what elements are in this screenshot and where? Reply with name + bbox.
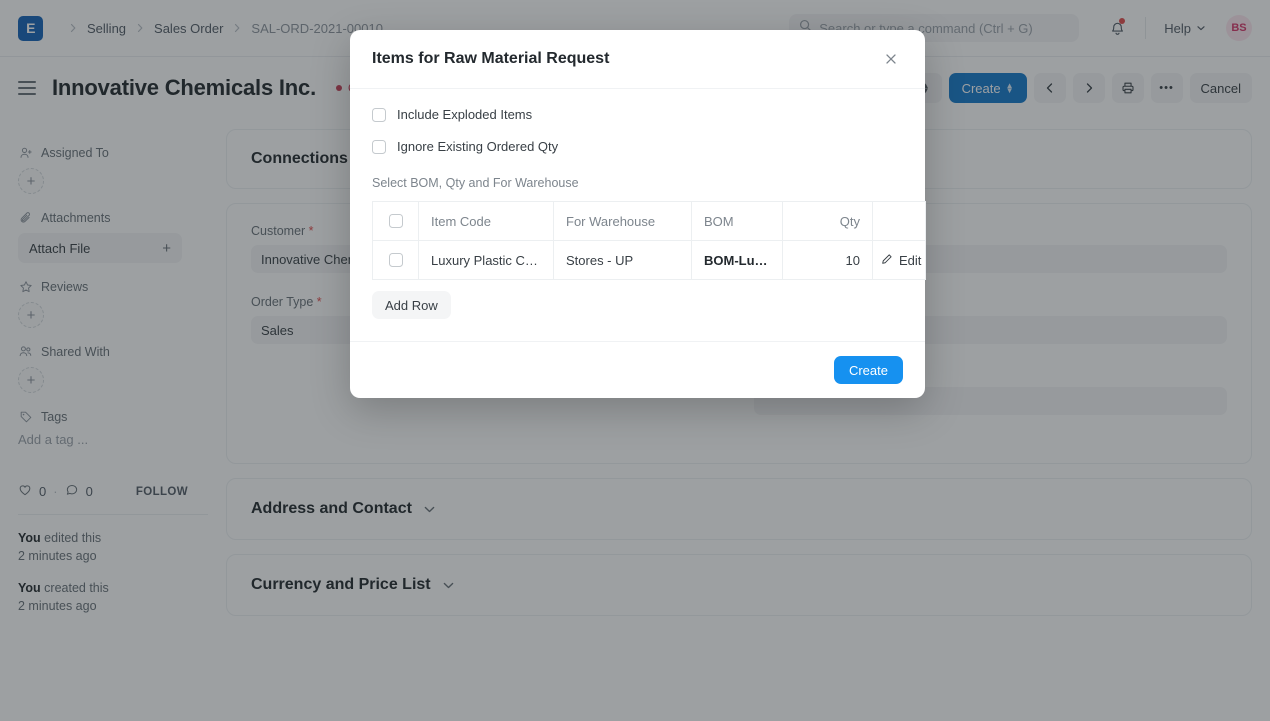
table-body: Luxury Plastic Ch... Stores - UP BOM-Lux… — [372, 240, 926, 280]
select-all-header — [372, 201, 419, 241]
dialog-create-button[interactable]: Create — [833, 356, 903, 384]
include-exploded-items-checkbox[interactable] — [372, 107, 386, 122]
checkbox-row-ignore-existing-ordered-qty[interactable]: Ignore Existing Ordered Qty — [372, 139, 903, 154]
edit-label: Edit — [899, 252, 922, 268]
grid-section-label: Select BOM, Qty and For Warehouse — [372, 176, 579, 190]
include-exploded-items-label[interactable]: Include Exploded Items — [397, 107, 532, 122]
table-row[interactable]: Luxury Plastic Ch... Stores - UP BOM-Lux… — [372, 240, 926, 280]
column-header-qty[interactable]: Qty — [782, 201, 873, 241]
bom-items-table: Item Code For Warehouse BOM Qty Luxury P… — [372, 201, 926, 280]
raw-material-request-dialog: Items for Raw Material Request Include E… — [350, 30, 926, 398]
cell-qty[interactable]: 10 — [782, 240, 873, 280]
column-header-bom[interactable]: BOM — [691, 201, 783, 241]
select-all-wrap — [373, 214, 418, 228]
select-all-checkbox[interactable] — [388, 214, 403, 228]
cell-item-code-text: Luxury Plastic Ch... — [431, 252, 541, 268]
add-row-button[interactable]: Add Row — [372, 291, 451, 319]
table-header: Item Code For Warehouse BOM Qty — [372, 201, 926, 241]
row-select-cell — [372, 240, 419, 280]
row-checkbox[interactable] — [388, 253, 403, 267]
ignore-existing-ordered-qty-label[interactable]: Ignore Existing Ordered Qty — [397, 139, 558, 154]
table-header-row: Item Code For Warehouse BOM Qty — [372, 201, 926, 241]
cell-item-code[interactable]: Luxury Plastic Ch... — [418, 240, 554, 280]
column-header-item-code[interactable]: Item Code — [418, 201, 554, 241]
edit-row-button[interactable]: Edit — [881, 253, 921, 268]
row-select-wrap — [373, 253, 418, 267]
cell-bom-text: BOM-Lux... — [704, 252, 770, 268]
column-header-for-warehouse[interactable]: For Warehouse — [553, 201, 692, 241]
checkbox-row-include-exploded-items[interactable]: Include Exploded Items — [372, 107, 903, 122]
dialog-title: Items for Raw Material Request — [372, 50, 610, 67]
cell-for-warehouse[interactable]: Stores - UP — [553, 240, 692, 280]
app-root: E Selling Sales Order SAL-ORD-2021-00010 — [0, 0, 1270, 721]
cell-bom[interactable]: BOM-Lux... — [691, 240, 783, 280]
column-header-actions — [872, 201, 926, 241]
pencil-icon — [881, 253, 893, 268]
cell-for-warehouse-text: Stores - UP — [566, 252, 634, 268]
dialog-header: Items for Raw Material Request — [350, 30, 925, 89]
cell-edit[interactable]: Edit — [872, 240, 926, 280]
dialog-footer: Create — [350, 342, 925, 398]
close-icon[interactable] — [879, 47, 903, 71]
ignore-existing-ordered-qty-checkbox[interactable] — [372, 139, 386, 154]
dialog-body: Include Exploded Items Ignore Existing O… — [350, 89, 926, 342]
